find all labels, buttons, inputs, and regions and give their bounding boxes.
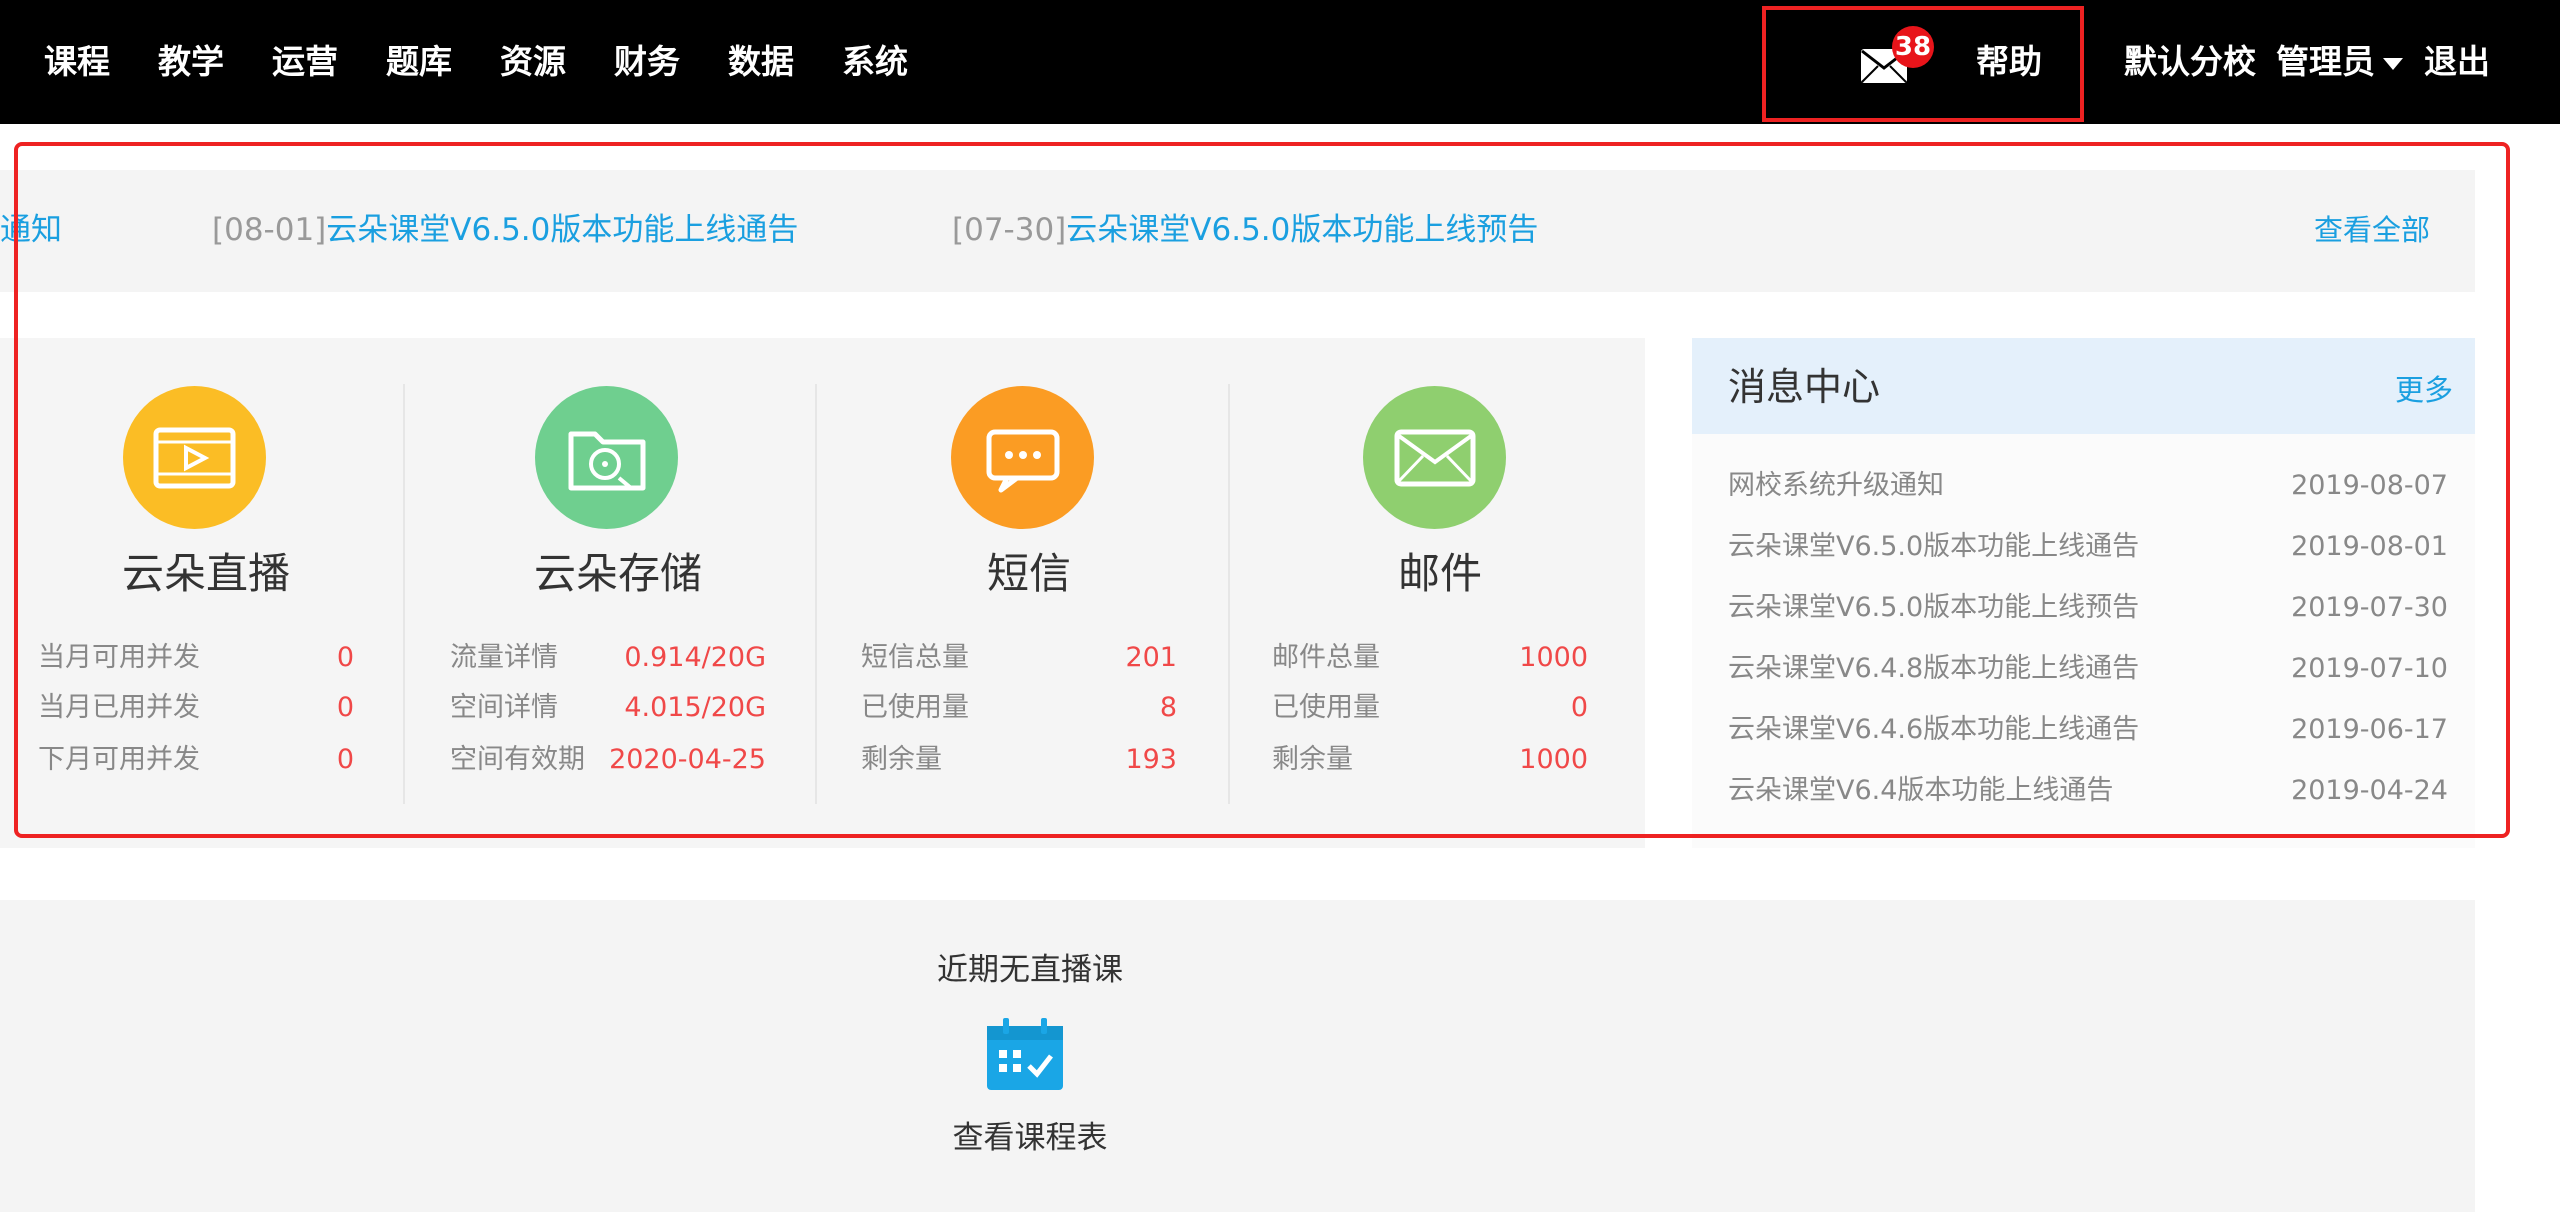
user-name: 管理员 <box>2276 42 2375 81</box>
no-live-lessons-text: 近期无直播课 <box>937 952 1123 988</box>
nav-item-operation[interactable]: 运营 <box>272 42 338 82</box>
branch-selector[interactable]: 默认分校 <box>2124 42 2256 82</box>
view-schedule-link[interactable]: 查看课程表 <box>0 1118 2060 1158</box>
calendar-icon[interactable] <box>985 1016 1065 1092</box>
logout-link[interactable]: 退出 <box>2424 42 2490 82</box>
user-menu[interactable]: 管理员 <box>2276 42 2413 82</box>
highlight-box-help <box>1762 6 2084 122</box>
highlight-box-main <box>14 142 2510 838</box>
nav-item-teaching[interactable]: 教学 <box>158 42 224 82</box>
nav-item-course[interactable]: 课程 <box>44 42 110 82</box>
nav-item-resource[interactable]: 资源 <box>500 42 566 82</box>
nav-item-system[interactable]: 系统 <box>842 42 908 82</box>
nav-item-data[interactable]: 数据 <box>728 42 794 82</box>
caret-down-icon <box>2383 57 2403 70</box>
top-nav-bar: 课程 教学 运营 题库 资源 财务 数据 系统 38 帮助 默认分校 管理员 退… <box>0 0 2560 124</box>
nav-item-finance[interactable]: 财务 <box>614 42 680 82</box>
live-lessons-panel: 近期无直播课 查看课程表 <box>0 900 2475 1212</box>
nav-item-question-bank[interactable]: 题库 <box>386 42 452 82</box>
